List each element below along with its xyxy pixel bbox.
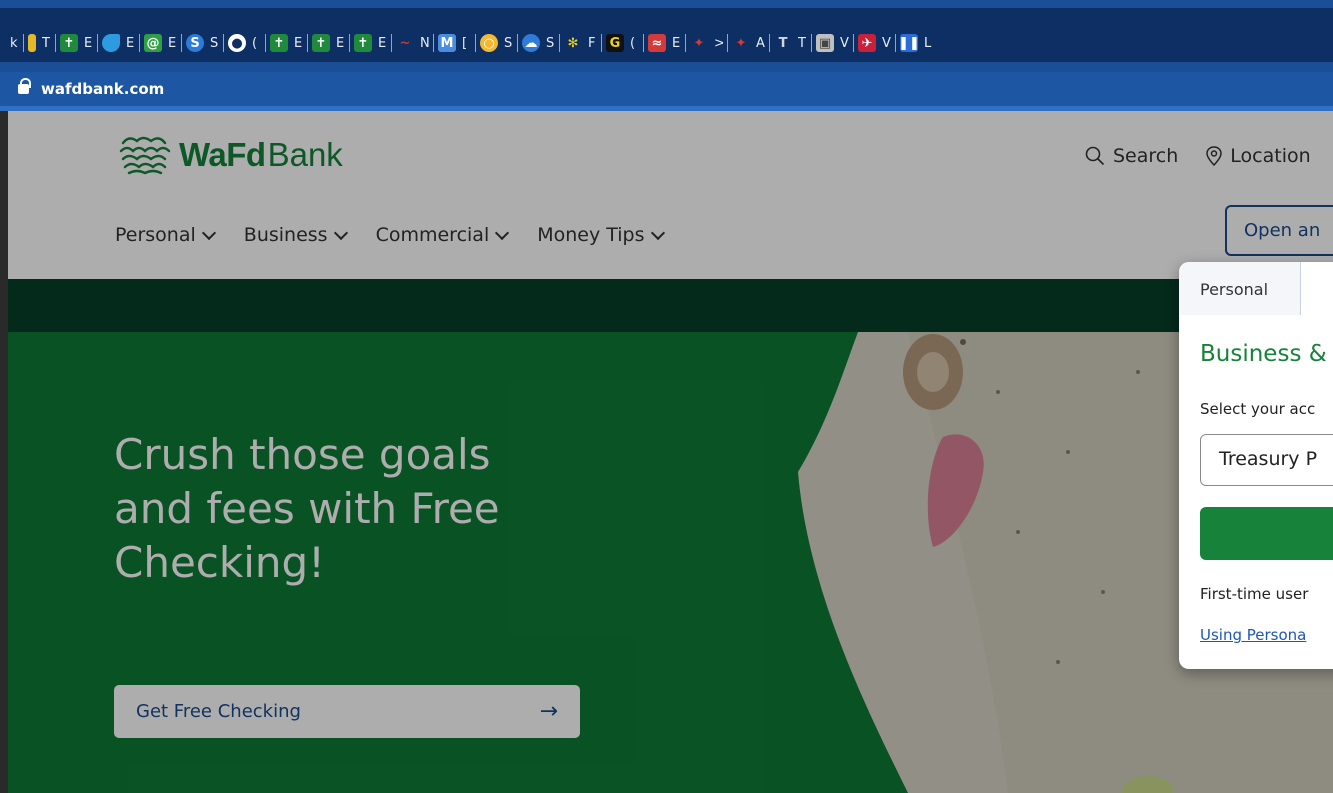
tab-favicon-icon: G — [606, 34, 624, 52]
tab-title: E — [336, 35, 345, 51]
browser-tab[interactable]: ▣ V — [812, 27, 854, 59]
browser-tab[interactable]: k — [0, 27, 24, 59]
tab-title: F — [588, 35, 596, 51]
browser-tab[interactable]: ✻ F — [560, 27, 602, 59]
address-bar[interactable]: wafdbank.com — [0, 72, 1333, 106]
tab-title: S — [210, 35, 219, 51]
tab-title: ( — [252, 35, 258, 51]
browser-tab[interactable]: ○ S — [476, 27, 518, 59]
tab-favicon-icon: M — [438, 34, 456, 52]
tab-title: > — [714, 35, 723, 51]
browser-tab[interactable]: ~ N — [392, 27, 434, 59]
browser-tab-strip: k T ✝ E E @ E SS ●( ✝ E ✝ E ✝ E ~ N M[ ○ S ☁ S ✻… — [0, 0, 1333, 72]
tab-title: V — [882, 35, 891, 51]
tab-favicon-icon: T — [774, 34, 792, 52]
tab-title: E — [672, 35, 681, 51]
tab-favicon-icon: ❚❚ — [898, 34, 920, 52]
tab-favicon-icon — [102, 34, 120, 52]
tab-title: S — [504, 35, 513, 51]
tab-title: ( — [630, 35, 636, 51]
tab-title: T — [798, 35, 806, 51]
browser-tab[interactable]: TT — [770, 27, 812, 59]
login-submit-button[interactable] — [1200, 507, 1333, 560]
account-type-select[interactable]: Treasury P — [1200, 434, 1333, 486]
tab-favicon-icon: ▣ — [816, 34, 834, 52]
tab-favicon-icon: ☁ — [522, 34, 540, 52]
tab-favicon-icon: ✦ — [690, 34, 708, 52]
tab-favicon-icon: ✝ — [312, 34, 330, 52]
lock-icon — [18, 78, 31, 94]
tab-favicon-icon: ≈ — [648, 34, 666, 52]
tab-title: k — [10, 35, 18, 51]
modal-backdrop[interactable] — [8, 111, 1333, 793]
tab-title: E — [168, 35, 177, 51]
url-text[interactable]: wafdbank.com — [41, 80, 164, 98]
browser-tab[interactable]: G( — [602, 27, 644, 59]
web-page: WaFd Bank Search Location Personal Busin… — [8, 111, 1333, 793]
login-panel: Personal Business & Select your acc Trea… — [1179, 262, 1333, 669]
tab-title: E — [84, 35, 93, 51]
browser-tab[interactable]: ✝ E — [266, 27, 308, 59]
account-select-label: Select your acc — [1200, 400, 1316, 418]
browser-tab[interactable]: ✈ V — [854, 27, 896, 59]
browser-tab[interactable]: ≈ E — [644, 27, 686, 59]
tab-title: N — [420, 35, 429, 51]
browser-tab[interactable]: M[ — [434, 27, 476, 59]
tab-favicon-icon: S — [186, 34, 204, 52]
tab-business[interactable] — [1301, 262, 1333, 316]
browser-tabs: k T ✝ E E @ E SS ●( ✝ E ✝ E ✝ E ~ N M[ ○ S ☁ S ✻… — [0, 27, 933, 59]
tab-favicon-icon: ○ — [480, 34, 498, 52]
login-tabs: Personal — [1179, 262, 1333, 316]
tab-favicon-icon: ● — [228, 34, 246, 52]
first-time-user-text: First-time user — [1200, 585, 1309, 603]
using-personal-link[interactable]: Using Persona — [1200, 626, 1306, 644]
tab-title: S — [546, 35, 555, 51]
login-heading: Business & — [1200, 341, 1327, 367]
tab-title: L — [924, 35, 932, 51]
browser-tab[interactable]: SS — [182, 27, 224, 59]
browser-tab[interactable]: ❚❚ L — [896, 27, 933, 59]
tab-favicon-icon: ✻ — [564, 34, 582, 52]
tab-favicon-icon: ✦ — [732, 34, 750, 52]
tab-title: E — [294, 35, 303, 51]
browser-tab[interactable]: ✝ E — [350, 27, 392, 59]
tab-personal[interactable]: Personal — [1179, 262, 1301, 315]
browser-tab[interactable]: ✦ A — [728, 27, 770, 59]
browser-tab[interactable]: E — [98, 27, 140, 59]
tab-title: E — [378, 35, 387, 51]
tab-title: E — [126, 35, 135, 51]
tab-favicon-icon: ✈ — [858, 34, 876, 52]
browser-tab[interactable]: ☁ S — [518, 27, 560, 59]
tab-title: A — [756, 35, 765, 51]
browser-tab[interactable]: ●( — [224, 27, 266, 59]
browser-tab[interactable]: ✦ > — [686, 27, 728, 59]
browser-tab[interactable]: T — [24, 27, 56, 59]
tab-title: [ — [462, 35, 468, 51]
tab-favicon-icon — [28, 34, 36, 52]
tab-favicon-icon: ✝ — [354, 34, 372, 52]
browser-tab[interactable]: ✝ E — [56, 27, 98, 59]
tab-favicon-icon: ✝ — [60, 34, 78, 52]
browser-tab[interactable]: ✝ E — [308, 27, 350, 59]
tab-favicon-icon: @ — [144, 34, 162, 52]
tab-title: V — [840, 35, 849, 51]
tab-favicon-icon: ~ — [396, 34, 414, 52]
tab-favicon-icon: ✝ — [270, 34, 288, 52]
tab-title: T — [42, 35, 50, 51]
browser-tab[interactable]: @ E — [140, 27, 182, 59]
